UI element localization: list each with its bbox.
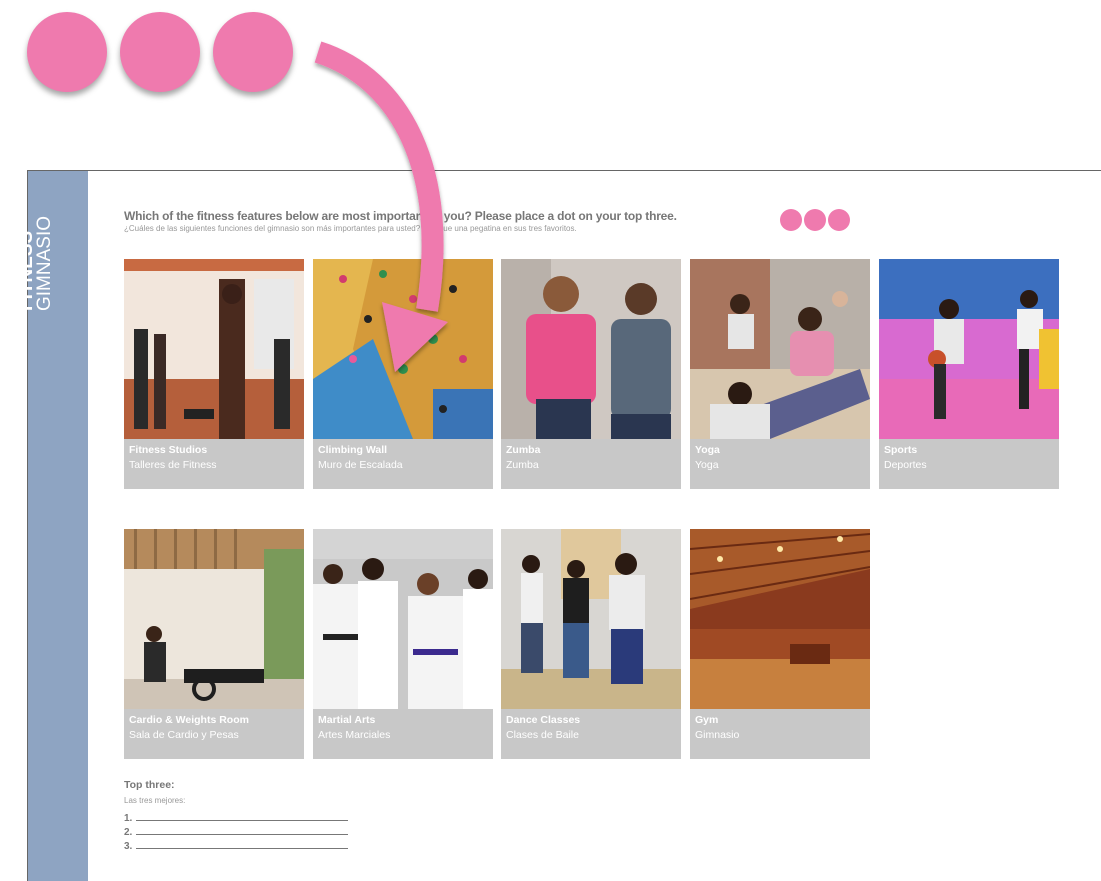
sports-photo [879, 259, 1059, 439]
feature-card-gym[interactable]: Gym Gimnasio [690, 529, 870, 759]
climbing-wall-photo [313, 259, 493, 439]
feature-label-en: Cardio & Weights Room [129, 714, 249, 726]
feature-label-en: Gym [695, 714, 719, 726]
feature-card-martial-arts[interactable]: Martial Arts Artes Marciales [313, 529, 493, 759]
feature-label-en: Zumba [506, 444, 541, 456]
fitness-studios-photo [124, 259, 304, 439]
feature-label-es: Deportes [884, 459, 927, 471]
write-line[interactable] [136, 811, 349, 821]
question-es: ¿Cuáles de las siguientes funciones del … [124, 224, 577, 233]
feature-card-yoga[interactable]: Yoga Yoga [690, 259, 870, 489]
gym-photo [690, 529, 870, 709]
feature-label-es: Zumba [506, 459, 539, 471]
line-number: 2. [124, 827, 133, 838]
feature-label-en: Sports [884, 444, 918, 456]
sticker-dot-3[interactable] [213, 12, 293, 92]
line-number: 3. [124, 841, 133, 852]
small-dot-2 [804, 209, 826, 231]
feature-label-es: Gimnasio [695, 729, 740, 741]
feature-label-en: Fitness Studios [129, 444, 208, 456]
feature-label-es: Artes Marciales [318, 729, 391, 741]
sticker-dot-1[interactable] [27, 12, 107, 92]
feature-label-es: Sala de Cardio y Pesas [129, 729, 239, 741]
feature-label-en: Climbing Wall [318, 444, 388, 456]
feature-card-climbing-wall[interactable]: Climbing Wall Muro de Escalada [313, 259, 493, 489]
feature-card-cardio-weights[interactable]: Cardio & Weights Room Sala de Cardio y P… [124, 529, 304, 759]
feature-label-en: Yoga [695, 444, 720, 456]
dance-classes-photo [501, 529, 681, 709]
sidebar: FITNESS GIMNASIO [16, 171, 88, 881]
top-three-line-1[interactable]: 1. [124, 811, 349, 824]
top-three-title: Top three: [124, 779, 175, 791]
feature-label-en: Dance Classes [506, 714, 581, 726]
feature-card-fitness-studios[interactable]: Fitness Studios Talleres de Fitness [124, 259, 304, 489]
small-dot-3 [828, 209, 850, 231]
cardio-weights-photo [124, 529, 304, 709]
feature-card-sports[interactable]: Sports Deportes [879, 259, 1059, 489]
feature-label-es: Talleres de Fitness [129, 459, 217, 471]
question-en: Which of the fitness features below are … [124, 209, 677, 223]
write-line[interactable] [136, 825, 349, 835]
small-dot-1 [780, 209, 802, 231]
sidebar-title: FITNESS GIMNASIO [16, 141, 55, 311]
feature-label-es: Clases de Baile [506, 729, 579, 741]
line-number: 1. [124, 813, 133, 824]
feature-label-es: Yoga [695, 459, 719, 471]
feature-card-dance-classes[interactable]: Dance Classes Clases de Baile [501, 529, 681, 759]
write-line[interactable] [136, 839, 349, 849]
martial-arts-photo [313, 529, 493, 709]
top-three-subtitle: Las tres mejores: [124, 796, 186, 805]
sidebar-title-es: GIMNASIO [34, 215, 55, 311]
feature-card-zumba[interactable]: Zumba Zumba [501, 259, 681, 489]
sticker-dot-2[interactable] [120, 12, 200, 92]
feature-label-es: Muro de Escalada [318, 459, 403, 471]
top-three-line-3[interactable]: 3. [124, 839, 349, 852]
yoga-photo [690, 259, 870, 439]
feature-label-en: Martial Arts [318, 714, 376, 726]
zumba-photo [501, 259, 681, 439]
survey-board: FITNESS GIMNASIO Which of the fitness fe… [16, 170, 1101, 881]
top-three-line-2[interactable]: 2. [124, 825, 349, 838]
